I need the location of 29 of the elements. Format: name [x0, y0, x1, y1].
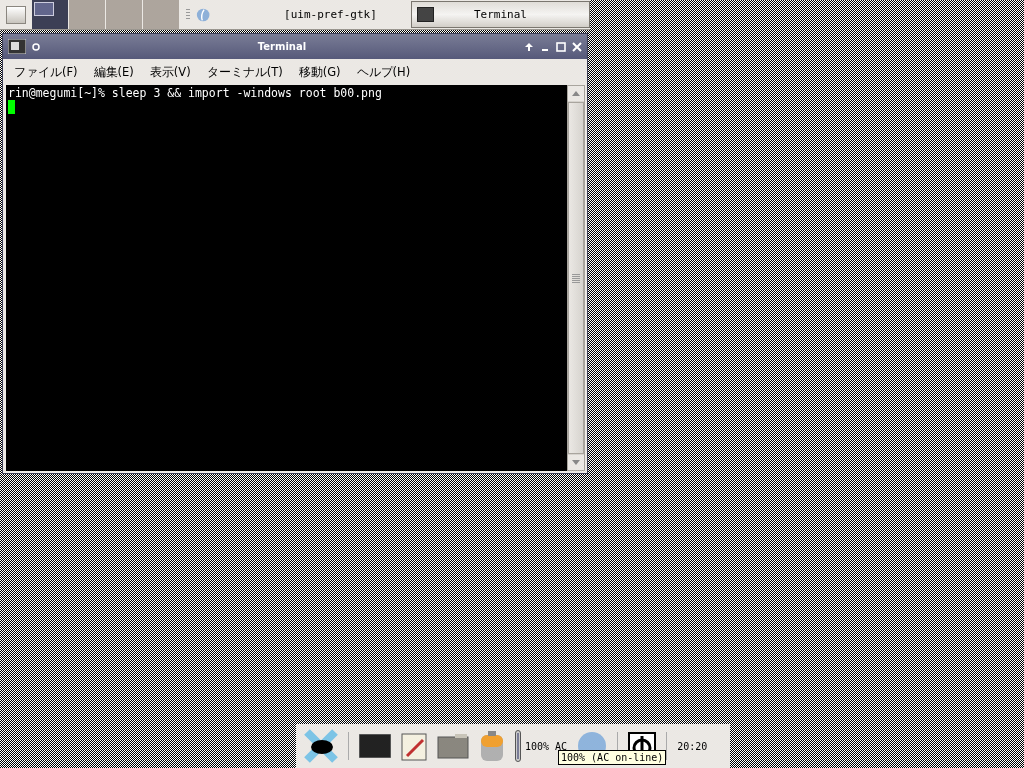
- menu-item[interactable]: 移動(G): [298, 64, 341, 80]
- tooltip: 100% (AC on-line): [558, 750, 667, 765]
- taskbar-button[interactable]: Terminal: [410, 1, 590, 28]
- cursor: [8, 100, 15, 114]
- maximize-icon[interactable]: [556, 41, 566, 52]
- main-menu-button[interactable]: [6, 5, 26, 24]
- menu-item[interactable]: ターミナル(T): [206, 64, 283, 80]
- menu-item[interactable]: ファイル(F): [14, 64, 78, 80]
- scrollbar-thumb[interactable]: [568, 102, 584, 454]
- taskbar-button[interactable]: [uim-pref-gtk]: [249, 1, 411, 28]
- circle-icon[interactable]: [32, 42, 40, 51]
- close-icon[interactable]: [572, 41, 582, 52]
- battery-icon[interactable]: [479, 730, 505, 762]
- arrow-up-icon[interactable]: [524, 41, 534, 52]
- menu-item[interactable]: 表示(V): [149, 64, 191, 80]
- menu-item[interactable]: ヘルプ(H): [356, 64, 411, 80]
- terminal-line: rin@megumi[~]% sleep 3 && import -windows root b00.png: [8, 86, 383, 100]
- window-title: Terminal: [256, 41, 308, 52]
- battery-reading: 100% AC: [525, 740, 568, 752]
- scroll-up-button[interactable]: [568, 86, 584, 101]
- workspace-button[interactable]: [31, 0, 69, 29]
- triangle-down-icon: [572, 460, 580, 465]
- triangle-up-icon: [572, 91, 580, 96]
- notepad-pencil-icon[interactable]: [401, 731, 427, 761]
- menu-item[interactable]: 編集(E): [93, 64, 134, 80]
- scroll-down-button[interactable]: [568, 455, 584, 470]
- clock[interactable]: 20:20: [677, 740, 708, 752]
- scrollbar[interactable]: [567, 85, 585, 471]
- folder-icon[interactable]: [437, 733, 469, 759]
